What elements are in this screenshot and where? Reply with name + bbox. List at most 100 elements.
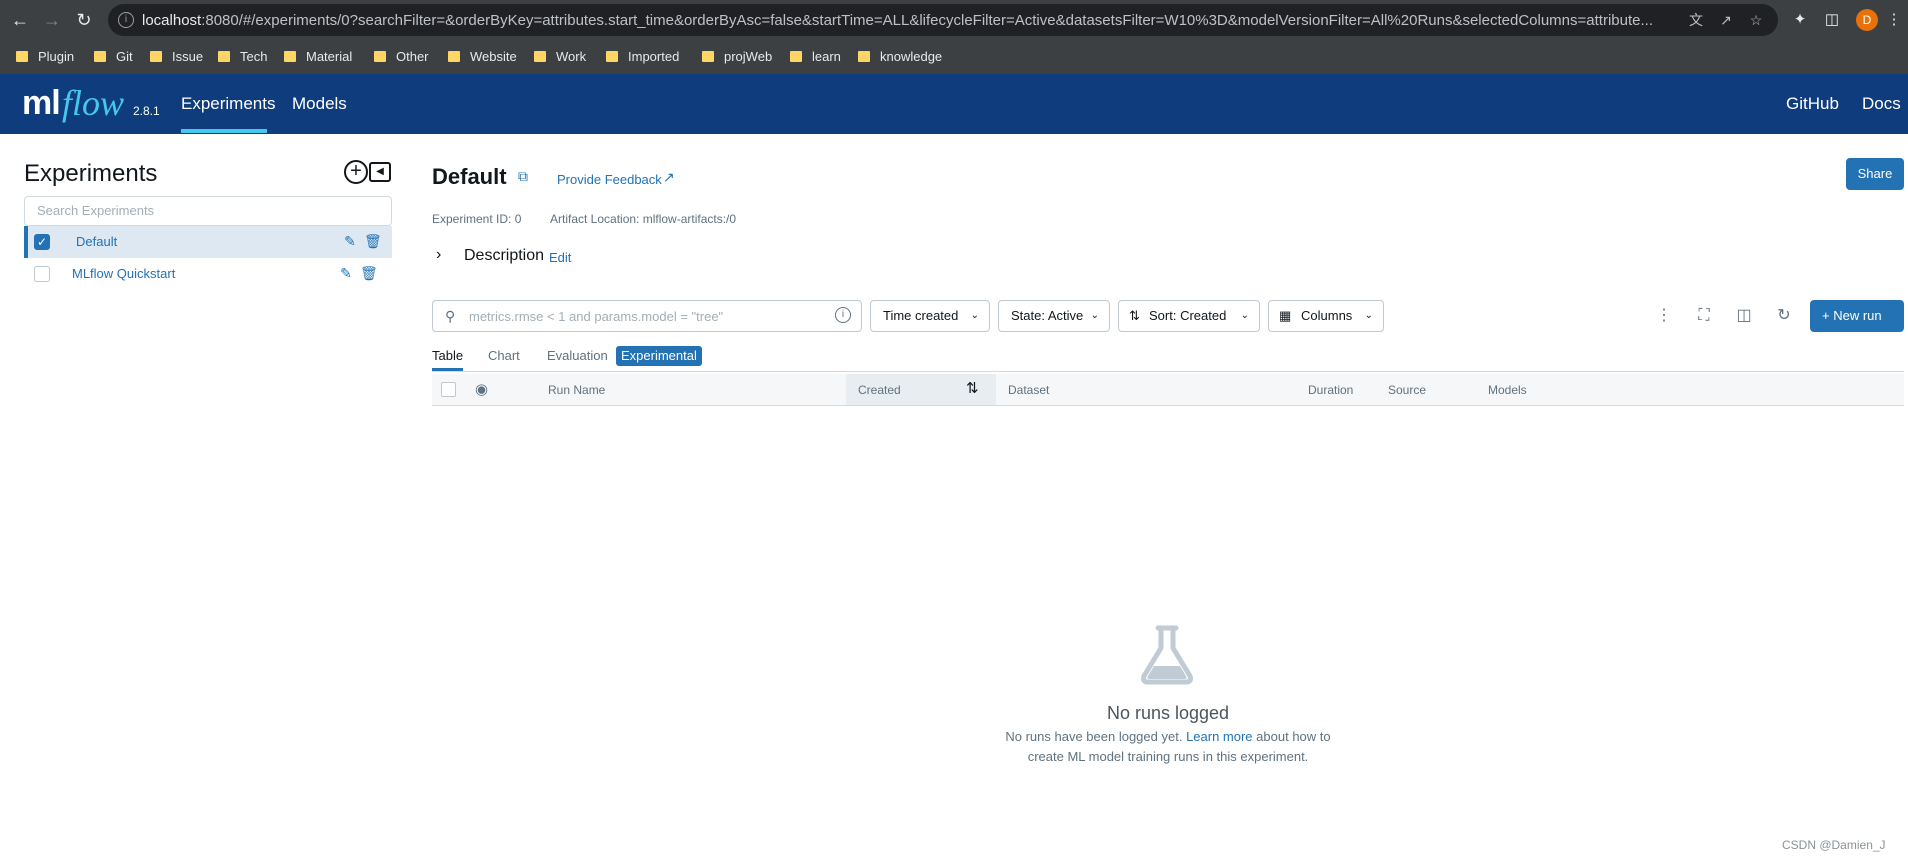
bookmark-other[interactable]: Other [374,44,429,68]
columns-dropdown[interactable]: ▦ Columns ⌄ [1268,300,1384,332]
bookmark-plugin[interactable]: Plugin [16,44,74,68]
runs-search-input[interactable]: ⚲ metrics.rmse < 1 and params.model = "t… [432,300,862,332]
folder-icon [284,50,296,62]
experiment-name[interactable]: Default [76,234,117,249]
empty-state-title: No runs logged [1106,703,1230,723]
tab-evaluation[interactable]: Evaluation [547,348,608,363]
column-run-name[interactable]: Run Name [548,383,605,397]
profile-avatar[interactable]: D [1856,9,1878,31]
select-all-checkbox[interactable] [441,382,456,397]
experiment-title: Default [432,164,507,189]
column-dataset[interactable]: Dataset [1008,383,1049,397]
translate-icon[interactable]: 文 [1686,10,1706,30]
experiment-row-quickstart[interactable]: MLflow Quickstart ✎ 🗑 [24,258,392,290]
search-experiments-input[interactable]: Search Experiments [24,196,392,226]
tabs-divider [432,371,1904,372]
collapse-sidebar-icon[interactable]: ◀ [369,162,391,182]
description-toggle[interactable]: Description [464,247,544,265]
copy-icon[interactable]: ⧉ [518,168,534,184]
bookmark-work[interactable]: Work [534,44,586,68]
add-experiment-icon[interactable]: + [344,160,368,184]
forward-icon[interactable]: → [40,8,64,32]
reload-icon[interactable]: ↻ [72,8,96,32]
sort-descending-icon[interactable]: ⇅ [966,379,979,397]
refresh-icon[interactable]: ↻ [1772,304,1796,328]
extensions-icon[interactable]: ✦ [1790,10,1810,30]
nav-github[interactable]: GitHub [1786,74,1839,134]
site-info-icon[interactable]: i [118,12,134,28]
info-icon[interactable]: i [835,307,851,323]
logo-ml[interactable]: ml [22,84,61,123]
sort-dropdown[interactable]: ⇅ Sort: Created ⌄ [1118,300,1260,332]
nav-docs[interactable]: Docs [1862,74,1901,134]
nav-experiments[interactable]: Experiments [181,74,275,134]
bookmark-star-icon[interactable]: ☆ [1746,10,1766,30]
trash-icon[interactable]: 🗑 [360,265,378,281]
sidebar-title: Experiments [24,160,158,187]
column-models[interactable]: Models [1488,383,1527,397]
share-button[interactable]: Share [1846,158,1904,190]
plus-icon: + [1822,308,1834,323]
new-run-button[interactable]: + New run [1810,300,1904,332]
bookmark-imported[interactable]: Imported [606,44,679,68]
bookmark-material[interactable]: Material [284,44,352,68]
column-duration[interactable]: Duration [1308,383,1353,397]
url-path: :8080/#/experiments/0?searchFilter=&orde… [201,12,1653,29]
bookmark-projweb[interactable]: projWeb [702,44,772,68]
share-page-icon[interactable]: ↗ [1716,10,1736,30]
bookmark-website[interactable]: Website [448,44,517,68]
description-edit-link[interactable]: Edit [549,250,571,265]
experiment-checkbox[interactable] [34,266,50,282]
nav-models[interactable]: Models [292,74,347,134]
sort-icon: ⇅ [1129,308,1140,323]
visibility-toggle-icon[interactable]: ◉ [475,380,488,398]
bookmarks-bar: Plugin Git Issue Tech Material Other Web… [0,44,1908,68]
folder-icon [606,50,618,62]
flask-icon [1141,625,1193,685]
url-text[interactable]: localhost:8080/#/experiments/0?searchFil… [142,12,1672,29]
edit-icon[interactable]: ✎ [338,265,354,281]
folder-icon [16,50,28,62]
folder-icon [374,50,386,62]
external-link-icon[interactable]: ↗ [663,169,675,186]
chevron-down-icon: ⌄ [970,310,979,321]
side-panel-icon[interactable]: ◫ [1822,10,1842,30]
column-created[interactable]: Created [858,383,901,397]
tab-table[interactable]: Table [432,348,463,363]
experiment-id: Experiment ID: 0 [432,212,522,226]
folder-icon [448,50,460,62]
tab-experimental[interactable]: Experimental [616,346,702,366]
back-icon[interactable]: ← [8,8,32,32]
chevron-right-icon[interactable]: › [436,246,441,264]
experiment-checkbox[interactable]: ✓ [34,234,50,250]
bookmark-tech[interactable]: Tech [218,44,267,68]
trash-icon[interactable]: 🗑 [364,233,382,249]
learn-more-link[interactable]: Learn more [1186,729,1252,744]
more-options-icon[interactable]: ⋮ [1652,304,1676,328]
provide-feedback-link[interactable]: Provide Feedback [557,172,662,187]
search-icon: ⚲ [445,308,456,324]
time-created-dropdown[interactable]: Time created ⌄ [870,300,990,332]
experiment-name[interactable]: MLflow Quickstart [72,266,175,281]
bookmark-issue[interactable]: Issue [150,44,203,68]
logo-flow[interactable]: flow [62,82,124,124]
search-placeholder: metrics.rmse < 1 and params.model = "tre… [469,309,724,324]
folder-icon [858,50,870,62]
folder-icon [702,50,714,62]
tab-chart[interactable]: Chart [488,348,520,363]
column-source[interactable]: Source [1388,383,1426,397]
bookmark-git[interactable]: Git [94,44,133,68]
bookmark-knowledge[interactable]: knowledge [858,44,942,68]
chevron-down-icon: ⌄ [1090,310,1099,321]
bookmark-learn[interactable]: learn [790,44,841,68]
browser-menu-icon[interactable]: ⋮ [1884,10,1904,30]
address-bar[interactable]: i localhost:8080/#/experiments/0?searchF… [108,4,1778,36]
folder-icon [534,50,546,62]
state-filter-dropdown[interactable]: State: Active ⌄ [998,300,1110,332]
experiment-row-default[interactable]: ✓ Default ✎ 🗑 [24,226,392,258]
columns-icon: ▦ [1279,308,1292,323]
fullscreen-icon[interactable]: ⛶ [1692,304,1716,328]
toggle-panel-icon[interactable]: ◫ [1732,304,1756,328]
url-host: localhost [142,12,202,29]
edit-icon[interactable]: ✎ [342,233,358,249]
